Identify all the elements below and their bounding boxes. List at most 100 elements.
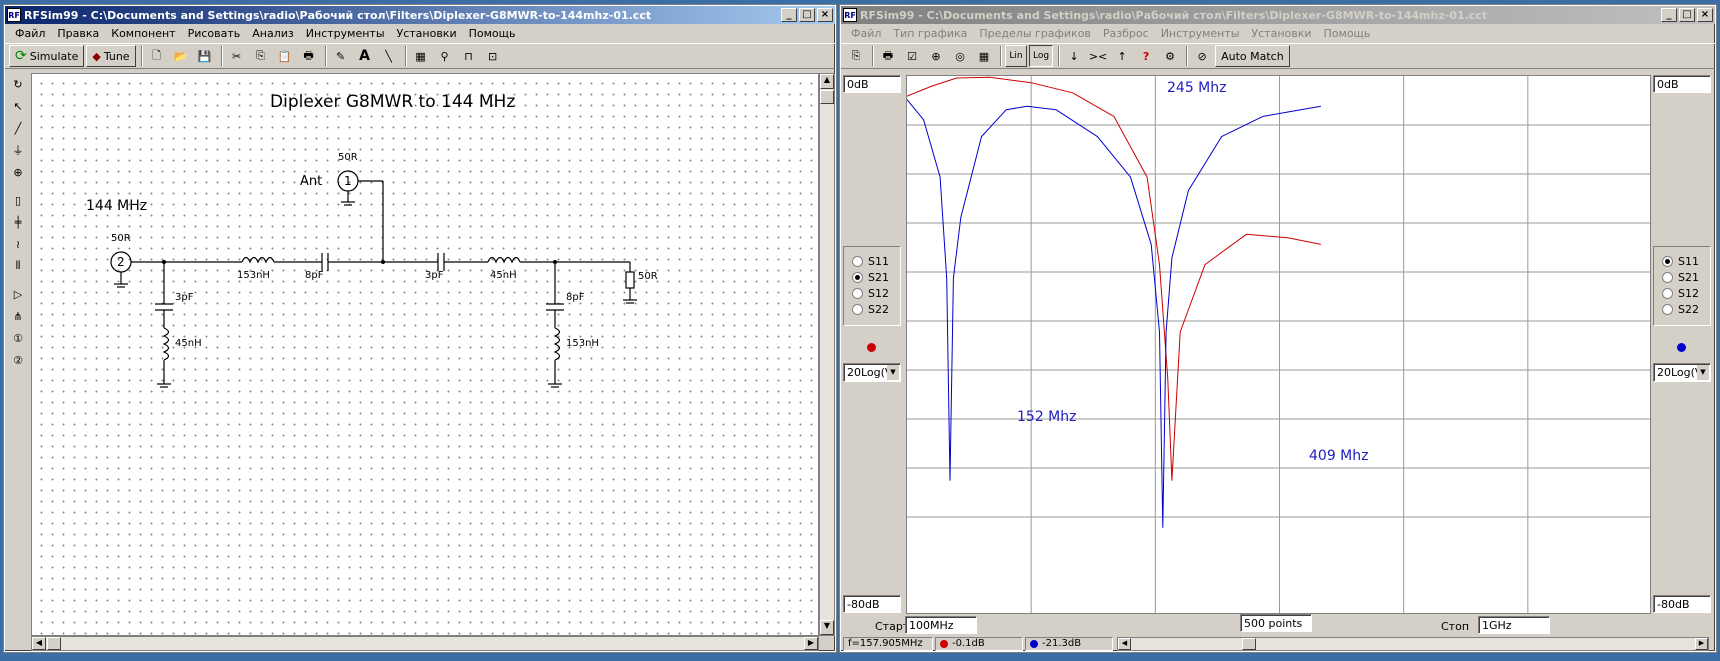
marker-icon[interactable]: ><: [1087, 45, 1109, 67]
arrow-down-icon[interactable]: ↓: [1063, 45, 1085, 67]
scroll-thumb[interactable]: [1242, 637, 1256, 650]
right-scale-mode-select[interactable]: 20Log(V) ▼: [1653, 363, 1711, 382]
menu-item[interactable]: Правка: [51, 27, 105, 40]
print-icon[interactable]: 🖶: [298, 45, 320, 67]
plot-area[interactable]: 245 Mhz 152 Mhz 409 Mhz: [906, 75, 1651, 614]
left-top-scale[interactable]: 0dB: [843, 75, 901, 93]
left-scale-mode-select[interactable]: 20Log(V) ▼: [843, 363, 901, 382]
frequency-scrollbar[interactable]: ◀ ▶: [1117, 636, 1709, 651]
cut-icon[interactable]: ✂: [226, 45, 248, 67]
amplifier-icon[interactable]: ▷: [7, 283, 29, 305]
menu-item[interactable]: Тип графика: [887, 27, 973, 40]
lin-button[interactable]: Lin: [1005, 45, 1027, 67]
right-radio-s21[interactable]: S21: [1662, 269, 1710, 285]
schematic-canvas[interactable]: Diplexer G8MWR to 144 MHz 144 MHz Ant 50…: [31, 73, 819, 636]
vertical-scrollbar[interactable]: ▲ ▼: [819, 73, 835, 636]
menu-item[interactable]: Файл: [845, 27, 887, 40]
scroll-thumb[interactable]: [820, 90, 834, 104]
maximize-button[interactable]: □: [1679, 8, 1695, 22]
left-radio-s21[interactable]: S21: [852, 269, 900, 285]
points-input[interactable]: 500 points: [1240, 614, 1312, 632]
paste-icon[interactable]: 📋: [274, 45, 296, 67]
left-radio-s12[interactable]: S12: [852, 285, 900, 301]
port2-icon[interactable]: ②: [7, 349, 29, 371]
menu-item[interactable]: Компонент: [105, 27, 181, 40]
transformer-icon[interactable]: ⦀: [7, 255, 29, 277]
menu-item[interactable]: Инструменты: [1155, 27, 1246, 40]
schematic-titlebar[interactable]: RF RFSim99 - C:\Documents and Settings\r…: [5, 6, 835, 24]
horizontal-scrollbar[interactable]: ◀ ▶: [31, 636, 819, 651]
pointer-icon[interactable]: ↖: [7, 95, 29, 117]
new-file-icon[interactable]: 🗋: [146, 45, 168, 67]
menu-item[interactable]: Установки: [1245, 27, 1317, 40]
tool-icon[interactable]: ⚲: [434, 45, 456, 67]
transistor-icon[interactable]: ⋔: [7, 305, 29, 327]
auto-match-button[interactable]: Auto Match: [1215, 45, 1290, 67]
simulate-button[interactable]: ⟳ Simulate: [9, 45, 85, 67]
menu-item[interactable]: Помощь: [463, 27, 522, 40]
schematic-menubar: Файл Правка Компонент Рисовать Анализ Ин…: [5, 24, 835, 43]
capacitor-icon[interactable]: ╪: [7, 211, 29, 233]
menu-item[interactable]: Файл: [9, 27, 51, 40]
scroll-thumb-h[interactable]: [47, 637, 61, 650]
close-button[interactable]: ×: [817, 8, 833, 22]
text-icon[interactable]: A: [354, 45, 376, 67]
minimize-button[interactable]: _: [1661, 8, 1677, 22]
smith-chart-icon[interactable]: ⊕: [925, 45, 947, 67]
table-icon[interactable]: ▦: [973, 45, 995, 67]
inductor-icon[interactable]: ≀: [7, 233, 29, 255]
left-radio-s11[interactable]: S11: [852, 253, 900, 269]
scroll-up-button[interactable]: ▲: [820, 74, 834, 89]
draw-icon[interactable]: ╲: [378, 45, 400, 67]
scroll-left-button[interactable]: ◀: [1118, 637, 1131, 650]
copy-icon[interactable]: ⎘: [250, 45, 272, 67]
help-icon[interactable]: ?: [1135, 45, 1157, 67]
maximize-button[interactable]: □: [799, 8, 815, 22]
right-bottom-scale[interactable]: -80dB: [1653, 595, 1711, 613]
tune-icon[interactable]: ⚙: [1159, 45, 1181, 67]
open-folder-icon[interactable]: 📂: [170, 45, 192, 67]
match-icon[interactable]: ⊘: [1191, 45, 1213, 67]
rect-plot-icon[interactable]: ☑: [901, 45, 923, 67]
scroll-right-button[interactable]: ▶: [804, 637, 818, 650]
status-red: -0.1dB: [935, 636, 1023, 651]
right-radio-s12[interactable]: S12: [1662, 285, 1710, 301]
rotate-icon[interactable]: ↻: [7, 73, 29, 95]
start-freq-input[interactable]: 100MHz: [905, 616, 977, 634]
print-icon[interactable]: 🖶: [877, 45, 899, 67]
tune-button[interactable]: ◆ Tune: [86, 45, 136, 67]
resistor-icon[interactable]: ▯: [7, 189, 29, 211]
menu-item[interactable]: Разброс: [1097, 27, 1155, 40]
minimize-button[interactable]: _: [781, 8, 797, 22]
right-radio-s22[interactable]: S22: [1662, 301, 1710, 317]
scroll-down-button[interactable]: ▼: [820, 620, 834, 635]
wire-icon[interactable]: ╱: [7, 117, 29, 139]
right-radio-s11[interactable]: S11: [1662, 253, 1710, 269]
copy-graph-icon[interactable]: ⎘: [845, 45, 867, 67]
scroll-right-button[interactable]: ▶: [1695, 637, 1708, 650]
filter-icon[interactable]: ⊓: [458, 45, 480, 67]
menu-item[interactable]: Рисовать: [182, 27, 247, 40]
stop-freq-input[interactable]: 1GHz: [1478, 616, 1550, 634]
menu-item[interactable]: Установки: [391, 27, 463, 40]
menu-item[interactable]: Пределы графиков: [973, 27, 1097, 40]
probe-icon[interactable]: ⊕: [7, 161, 29, 183]
close-button[interactable]: ×: [1697, 8, 1713, 22]
menu-item[interactable]: Помощь: [1318, 27, 1377, 40]
ground-icon[interactable]: ⏚: [7, 139, 29, 161]
edit-icon[interactable]: ✎: [330, 45, 352, 67]
menu-item[interactable]: Анализ: [246, 27, 300, 40]
left-radio-s22[interactable]: S22: [852, 301, 900, 317]
left-bottom-scale[interactable]: -80dB: [843, 595, 901, 613]
graph-titlebar[interactable]: RF RFSim99 - C:\Documents and Settings\r…: [841, 6, 1715, 24]
design-icon[interactable]: ⊡: [482, 45, 504, 67]
log-button[interactable]: Log: [1029, 45, 1054, 67]
menu-item[interactable]: Инструменты: [300, 27, 391, 40]
save-icon[interactable]: 💾: [194, 45, 216, 67]
polar-icon[interactable]: ◎: [949, 45, 971, 67]
port1-icon[interactable]: ①: [7, 327, 29, 349]
right-top-scale[interactable]: 0dB: [1653, 75, 1711, 93]
arrow-up-icon[interactable]: ↑: [1111, 45, 1133, 67]
scroll-left-button[interactable]: ◀: [32, 637, 46, 650]
calculator-icon[interactable]: ▦: [410, 45, 432, 67]
